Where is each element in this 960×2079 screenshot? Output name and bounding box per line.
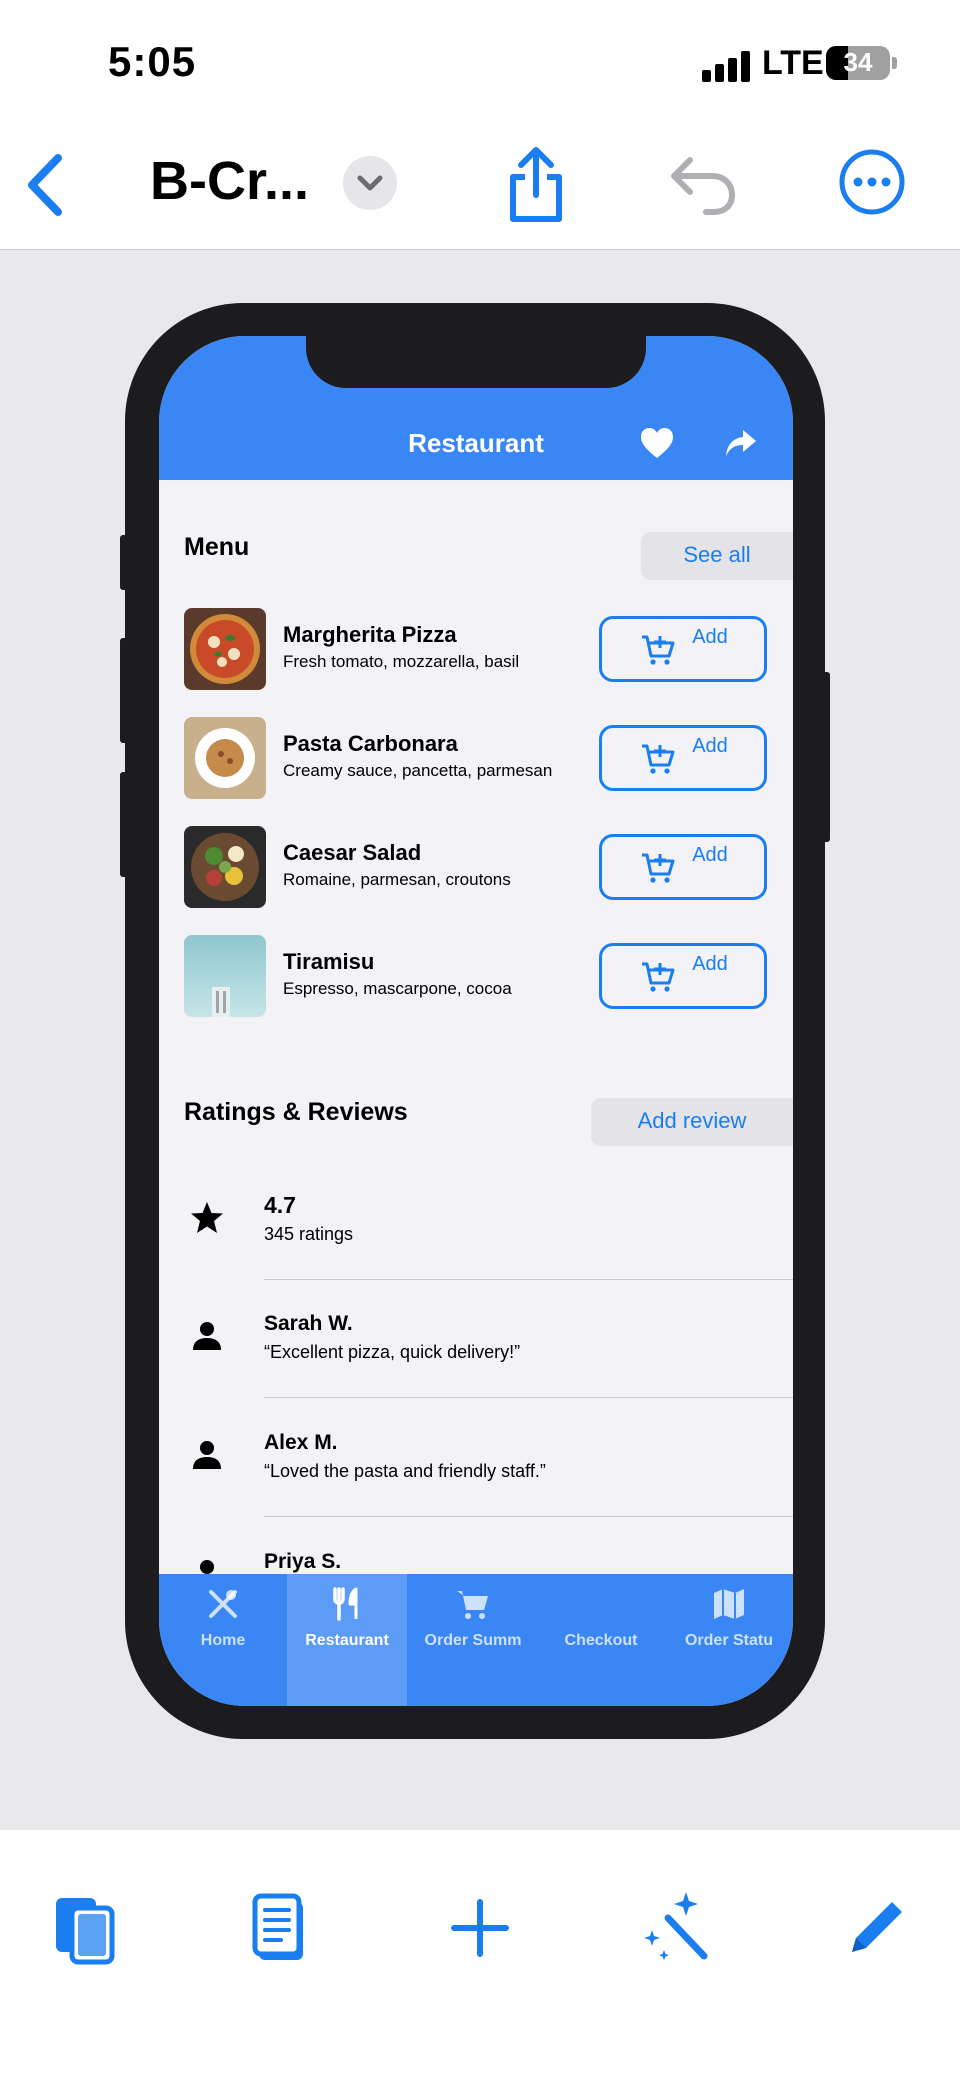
- tab-label: Checkout: [564, 1632, 638, 1649]
- review-row: Sarah W. “Excellent pizza, quick deliver…: [159, 1280, 793, 1398]
- menu-section-title: Menu: [184, 533, 250, 561]
- rating-count: 345 ratings: [264, 1224, 354, 1244]
- menu-item-description: Creamy sauce, pancetta, parmesan: [283, 761, 553, 780]
- magic-wand-icon[interactable]: [638, 1890, 714, 1966]
- menu-item-description: Espresso, mascarpone, cocoa: [283, 979, 512, 998]
- battery-icon: 34: [826, 46, 890, 80]
- plus-icon[interactable]: [442, 1890, 518, 1966]
- star-icon: [191, 1202, 223, 1233]
- tab-home[interactable]: Home: [163, 1574, 283, 1706]
- tab-restaurant[interactable]: Restaurant: [287, 1574, 407, 1706]
- add-review-button[interactable]: Add review: [591, 1098, 793, 1146]
- phone-notch: [306, 330, 646, 388]
- menu-item-name: Margherita Pizza: [283, 622, 457, 647]
- add-button-label: Add: [692, 953, 728, 975]
- divider: [264, 1516, 793, 1517]
- rating-value: 4.7: [264, 1192, 296, 1218]
- map-icon: [714, 1589, 744, 1619]
- network-label: LTE: [762, 44, 824, 82]
- margherita-pizza-photo: [184, 608, 266, 690]
- cart-plus-icon: [642, 744, 675, 774]
- caesar-salad-photo: [184, 826, 266, 908]
- app-title: Restaurant: [408, 428, 544, 458]
- cart-plus-icon: [642, 635, 675, 665]
- add-to-cart-button[interactable]: Add: [599, 834, 767, 900]
- ratings-section-title: Ratings & Reviews: [184, 1098, 408, 1126]
- add-to-cart-button[interactable]: Add: [599, 616, 767, 682]
- tab-label: Order Summ: [424, 1632, 522, 1649]
- tab-order-status[interactable]: Order Statu: [669, 1574, 789, 1706]
- signal-icon: [702, 50, 752, 82]
- fork-knife-cross-icon: [209, 1590, 237, 1618]
- menu-item: Tiramisu Espresso, mascarpone, cocoa Add: [184, 935, 784, 1019]
- reviewer-name: Priya S.: [264, 1550, 342, 1573]
- share-arrow-icon[interactable]: [725, 428, 757, 458]
- cart-plus-icon: [642, 853, 675, 883]
- back-chevron-icon[interactable]: [20, 150, 70, 220]
- person-icon: [193, 1322, 221, 1350]
- menu-item-name: Tiramisu: [283, 949, 375, 974]
- add-button-label: Add: [692, 844, 728, 866]
- app-tab-bar: Home Restaurant Order Summ Checkout Orde…: [159, 1574, 793, 1706]
- review-text: “Excellent pizza, quick delivery!”: [264, 1342, 521, 1362]
- pages-icon[interactable]: [48, 1890, 124, 1966]
- cart-plus-icon: [642, 962, 675, 992]
- tiramisu-photo: [184, 935, 266, 1017]
- add-button-label: Add: [692, 735, 728, 757]
- tab-label: Restaurant: [305, 1632, 389, 1649]
- document-icon[interactable]: [245, 1890, 321, 1966]
- document-title[interactable]: B-Cr...: [150, 150, 309, 212]
- menu-item-name: Pasta Carbonara: [283, 731, 458, 756]
- chevron-down-icon: [357, 175, 383, 191]
- divider: [264, 1397, 793, 1398]
- add-to-cart-button[interactable]: Add: [599, 725, 767, 791]
- reviewer-name: Alex M.: [264, 1431, 338, 1454]
- add-to-cart-button[interactable]: Add: [599, 943, 767, 1009]
- rating-summary-row: 4.7 345 ratings: [159, 1162, 793, 1280]
- bottom-toolbar: [0, 1830, 960, 2079]
- see-all-button[interactable]: See all: [641, 532, 793, 580]
- battery-level: 34: [843, 47, 873, 77]
- reviewer-name: Sarah W.: [264, 1312, 353, 1335]
- menu-item: Margherita Pizza Fresh tomato, mozzarell…: [184, 608, 784, 692]
- tab-label: Home: [200, 1632, 246, 1649]
- tab-checkout[interactable]: Checkout: [541, 1574, 661, 1706]
- review-row: Alex M. “Loved the pasta and friendly st…: [159, 1399, 793, 1517]
- menu-item-description: Fresh tomato, mozzarella, basil: [283, 652, 520, 671]
- cart-icon: [457, 1591, 488, 1619]
- add-button-label: Add: [692, 626, 728, 648]
- menu-item: Caesar Salad Romaine, parmesan, croutons…: [184, 826, 784, 910]
- tab-label: Order Statu: [684, 1632, 773, 1649]
- menu-item-name: Caesar Salad: [283, 840, 422, 865]
- title-menu-button[interactable]: [343, 156, 397, 210]
- pasta-carbonara-photo: [184, 717, 266, 799]
- pencil-icon[interactable]: [838, 1890, 914, 1966]
- share-icon[interactable]: [503, 145, 569, 225]
- battery-tip: [892, 57, 897, 69]
- app-screen: Restaurant Menu See all Margherita Pizza…: [159, 336, 793, 1706]
- person-icon: [193, 1441, 221, 1469]
- status-bar: 5:05 LTE 34: [0, 0, 960, 120]
- tab-order-summary[interactable]: Order Summ: [413, 1574, 533, 1706]
- menu-item: Pasta Carbonara Creamy sauce, pancetta, …: [184, 717, 784, 801]
- fork-knife-icon: [333, 1587, 358, 1621]
- top-toolbar: B-Cr...: [0, 120, 960, 250]
- status-time: 5:05: [108, 38, 197, 85]
- more-options-icon[interactable]: [838, 148, 906, 216]
- heart-icon[interactable]: [639, 426, 675, 460]
- menu-item-description: Romaine, parmesan, croutons: [283, 870, 511, 889]
- undo-icon[interactable]: [668, 152, 738, 218]
- review-text: “Loved the pasta and friendly staff.”: [264, 1461, 546, 1481]
